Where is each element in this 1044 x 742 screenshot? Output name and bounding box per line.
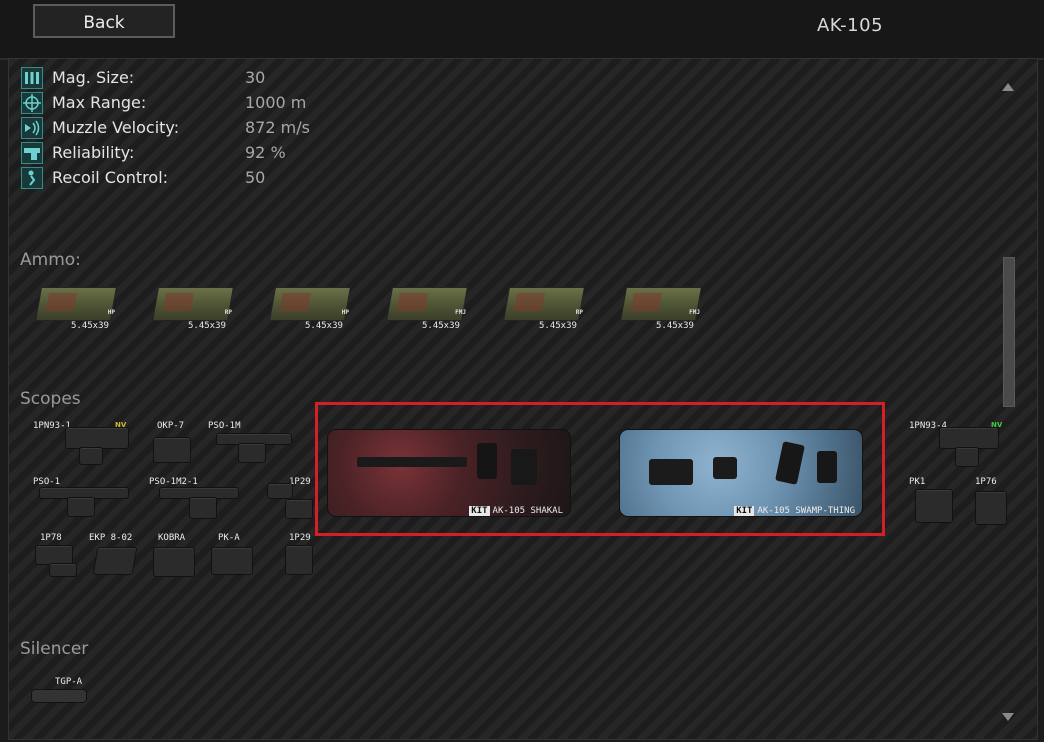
kit-item[interactable]: KIT AK-105 SWAMP-THING (619, 429, 863, 517)
scope-icon (153, 437, 191, 463)
scope-icon (153, 547, 195, 577)
weapon-title: AK-105 (816, 15, 884, 36)
ammo-item[interactable]: RP 5.45x39 (503, 277, 589, 331)
handguard-icon (713, 457, 737, 479)
scope-icon (211, 547, 253, 575)
silencer-icon (31, 689, 87, 703)
scope-icon (285, 545, 313, 575)
ammo-item[interactable]: FMJ 5.45x39 (620, 277, 706, 331)
back-button[interactable]: Back (33, 4, 175, 38)
kit-name: AK-105 SWAMP-THING (757, 506, 855, 516)
recoil-icon (21, 167, 43, 189)
ammo-item[interactable]: RP 5.45x39 (152, 277, 238, 331)
ammo-section-title: Ammo: (20, 250, 81, 270)
scope-icon (939, 427, 999, 449)
magazine-icon (21, 67, 43, 89)
kit-tag: KIT (734, 506, 755, 516)
pistol-grip-icon (649, 459, 693, 485)
silencer-section-title: Silencer (20, 639, 89, 659)
scope-item[interactable]: EKP 8-02 (89, 533, 149, 579)
kit-name: AK-105 SHAKAL (492, 506, 563, 516)
scope-icon (267, 483, 293, 499)
ammo-box-icon (35, 287, 117, 321)
ammo-item[interactable]: FMJ 5.45x39 (386, 277, 472, 331)
scroll-up-arrow-icon[interactable] (1001, 77, 1015, 91)
scope-item[interactable]: PK-A (207, 533, 267, 579)
scrollbar-thumb[interactable] (1003, 257, 1015, 407)
rifle-icon (357, 457, 467, 467)
velocity-icon (21, 117, 43, 139)
scopes-section-title: Scopes (20, 389, 81, 409)
ammo-box-icon (152, 287, 234, 321)
weapon-details-panel: Mag. Size: 30 Max Range: 1000 m Muzzle V… (8, 58, 1038, 740)
ammo-item[interactable]: HP 5.45x39 (35, 277, 121, 331)
scroll-down-arrow-icon[interactable] (1001, 707, 1015, 721)
scope-item[interactable]: KOBRA (149, 533, 209, 579)
stock-icon (511, 449, 537, 485)
top-bar: Back AK-105 (0, 0, 1044, 60)
scope-item[interactable]: PSO-1M2-1 (149, 477, 239, 523)
magazine-icon (477, 443, 497, 479)
ammo-box-icon (503, 287, 585, 321)
crosshair-icon (21, 92, 43, 114)
scope-icon (65, 427, 129, 449)
kit-item[interactable]: KIT AK-105 SHAKAL (327, 429, 571, 517)
scope-icon (915, 489, 953, 523)
ammo-box-icon (269, 287, 351, 321)
silencer-item[interactable]: TGP-A (31, 677, 101, 707)
kit-tag: KIT (469, 506, 490, 516)
scope-item[interactable]: PSO-1M (208, 421, 298, 467)
scope-item[interactable]: PK1 (909, 477, 959, 525)
scope-item[interactable]: OKP-7 (149, 421, 209, 467)
scope-icon (92, 547, 138, 575)
scope-item[interactable]: 1PN93-4 NV (909, 421, 1009, 467)
scope-item[interactable]: 1PN93-1 NV (33, 421, 133, 467)
ammo-item[interactable]: HP 5.45x39 (269, 277, 355, 331)
scope-item[interactable]: PSO-1 (33, 477, 133, 523)
scope-icon (35, 545, 73, 565)
scope-item[interactable]: 1P78 (33, 533, 89, 579)
scope-item[interactable]: 1P29 (265, 533, 315, 579)
scope-item[interactable]: 1P29 (265, 477, 315, 523)
reliability-icon (21, 142, 43, 164)
stock-icon (817, 451, 837, 483)
